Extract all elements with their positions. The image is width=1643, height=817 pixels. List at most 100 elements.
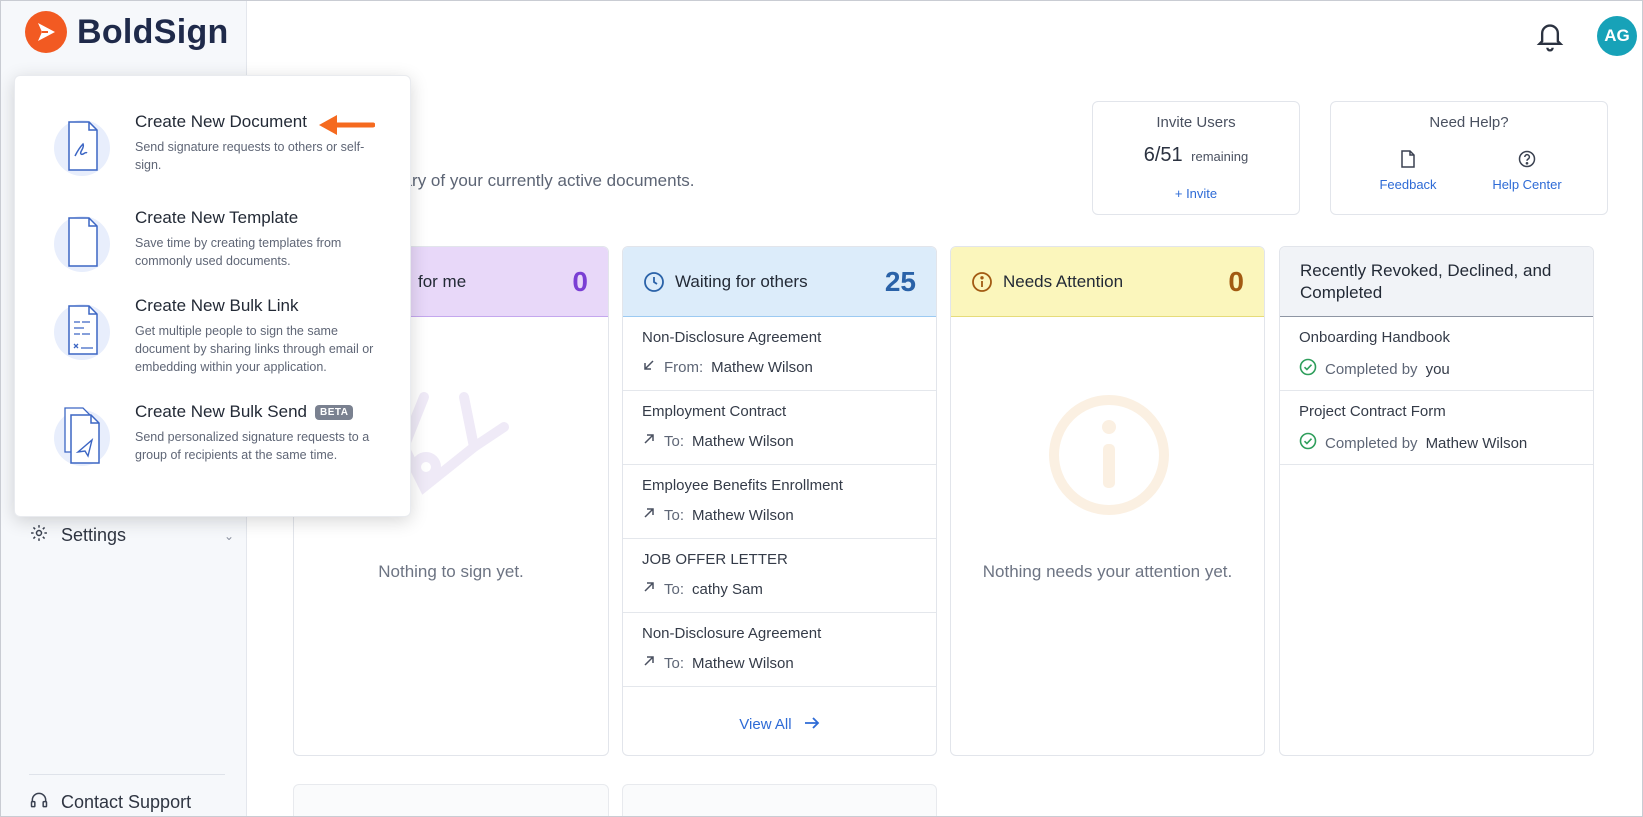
help-center-link[interactable]: Help Center <box>1477 150 1577 192</box>
sidebar-item-label: Settings <box>61 525 127 545</box>
panel-count: 0 <box>1228 265 1244 297</box>
arrow-right-icon <box>804 716 820 733</box>
document-recipient: To: Mathew Wilson <box>642 654 917 672</box>
menu-item-title: Create New Bulk Send BETA <box>135 402 385 422</box>
document-row[interactable]: Non-Disclosure Agreement From: Mathew Wi… <box>623 317 936 391</box>
sidebar-divider <box>29 774 225 775</box>
view-all-label: View All <box>739 716 792 733</box>
arrow-up-right-icon <box>642 506 656 524</box>
menu-item-title: Create New Template <box>135 208 299 227</box>
document-row[interactable]: JOB OFFER LETTER To: cathy Sam <box>623 539 936 613</box>
recipient-name: Mathew Wilson <box>692 432 794 450</box>
panel-title: Waiting for others <box>675 271 808 291</box>
document-name: Project Contract Form <box>1299 403 1446 420</box>
check-circle-icon <box>1299 432 1317 454</box>
arrow-up-right-icon <box>642 432 656 450</box>
app-window: BoldSign Settings ⌄ Contact Support AG e… <box>0 0 1643 817</box>
document-status: Completed by Mathew Wilson <box>1299 432 1574 454</box>
document-recipient: To: Mathew Wilson <box>642 506 917 524</box>
avatar[interactable]: AG <box>1597 16 1637 56</box>
arrow-up-right-icon <box>642 654 656 672</box>
document-name: Employment Contract <box>642 403 787 420</box>
needs-attention-panel: Needs Attention 0 Nothing needs your att… <box>950 246 1265 756</box>
document-row[interactable]: Project Contract Form Completed by Mathe… <box>1280 391 1593 465</box>
document-status: Completed by you <box>1299 358 1574 380</box>
gear-icon <box>29 523 49 548</box>
recipient-name: Mathew Wilson <box>692 506 794 524</box>
recipient-label: To: <box>664 506 685 524</box>
status-label: Completed by <box>1325 434 1418 452</box>
arrow-down-left-icon <box>642 358 656 376</box>
feedback-link[interactable]: Feedback <box>1358 150 1458 192</box>
create-new-bulk-link-item[interactable]: Create New Bulk Link Get multiple people… <box>51 296 391 376</box>
recipient-label: To: <box>664 432 685 450</box>
recent-activity-header[interactable]: Recently Revoked, Declined, and Complete… <box>1280 247 1593 317</box>
invite-count-suffix: remaining <box>1191 149 1249 164</box>
sidebar-item-label: Contact Support <box>61 792 192 812</box>
menu-item-description: Send personalized signature requests to … <box>135 430 370 462</box>
menu-item-title-text: Create New Bulk Send <box>135 402 307 421</box>
document-recipient: To: cathy Sam <box>642 580 917 598</box>
menu-item-description: Send signature requests to others or sel… <box>135 140 365 172</box>
question-circle-icon <box>1477 150 1577 171</box>
bell-icon <box>1534 24 1566 57</box>
invite-count: 6/51 remaining <box>1093 144 1299 167</box>
beta-badge: BETA <box>314 404 354 420</box>
check-circle-icon <box>1299 358 1317 380</box>
needs-attention-header[interactable]: Needs Attention 0 <box>951 247 1264 317</box>
recipient-name: Mathew Wilson <box>692 654 794 672</box>
bulk-send-document-icon <box>51 402 113 477</box>
menu-item-title: Create New Bulk Link <box>135 296 299 315</box>
bottom-card <box>622 784 937 816</box>
panel-title: Recently Revoked, Declined, and Complete… <box>1300 260 1552 302</box>
view-all-link[interactable]: View All <box>623 716 936 733</box>
panel-count: 25 <box>884 265 916 297</box>
headset-icon <box>29 790 49 815</box>
arrow-left-icon <box>319 115 375 135</box>
document-row[interactable]: Employment Contract To: Mathew Wilson <box>623 391 936 465</box>
invite-users-title: Invite Users <box>1156 114 1236 131</box>
status-label: Completed by <box>1325 360 1418 378</box>
status-person: Mathew Wilson <box>1425 434 1528 452</box>
sidebar-item-contact-support[interactable]: Contact Support <box>29 790 234 815</box>
panel-title: Needs Attention <box>1003 271 1124 291</box>
chevron-down-icon: ⌄ <box>223 528 234 543</box>
document-name: Onboarding Handbook <box>1299 329 1450 346</box>
document-row[interactable]: Onboarding Handbook Completed by you <box>1280 317 1593 391</box>
need-help-card: Need Help? Feedback Help Center <box>1330 101 1608 215</box>
notifications-button[interactable] <box>1534 19 1566 53</box>
template-document-icon <box>51 208 113 283</box>
signature-document-icon <box>51 112 113 187</box>
document-row[interactable]: Non-Disclosure Agreement To: Mathew Wils… <box>623 613 936 687</box>
logo[interactable]: BoldSign <box>25 11 229 53</box>
menu-item-description: Get multiple people to sign the same doc… <box>135 324 374 374</box>
recipient-name: cathy Sam <box>692 580 763 598</box>
arrow-up-right-icon <box>642 580 656 598</box>
info-circle-icon <box>971 271 993 293</box>
waiting-for-others-header[interactable]: Waiting for others 25 <box>623 247 936 317</box>
document-row[interactable]: Employee Benefits Enrollment To: Mathew … <box>623 465 936 539</box>
document-name: JOB OFFER LETTER <box>642 551 788 568</box>
panel-count: 0 <box>572 265 588 297</box>
create-new-template-item[interactable]: Create New Template Save time by creatin… <box>51 208 391 283</box>
document-name: Non-Disclosure Agreement <box>642 329 822 346</box>
info-illustration-icon <box>1049 395 1169 515</box>
document-name: Non-Disclosure Agreement <box>642 625 822 642</box>
need-help-title: Need Help? <box>1429 114 1509 131</box>
boldsign-logo-icon <box>25 11 67 53</box>
empty-state-text: Nothing to sign yet. <box>378 562 524 581</box>
recipient-label: To: <box>664 580 685 598</box>
recipient-name: Mathew Wilson <box>711 358 813 376</box>
recipient-label: From: <box>664 358 704 376</box>
document-name: Employee Benefits Enrollment <box>642 477 843 494</box>
help-center-label: Help Center <box>1492 177 1562 192</box>
menu-item-description: Save time by creating templates from com… <box>135 236 342 268</box>
bulk-link-document-icon <box>51 296 113 376</box>
bottom-card <box>293 784 609 816</box>
invite-button[interactable]: + Invite <box>1093 186 1299 201</box>
create-new-bulk-send-item[interactable]: Create New Bulk Send BETA Send personali… <box>51 402 391 477</box>
invite-count-value: 6/51 <box>1143 144 1183 166</box>
sidebar-item-settings[interactable]: Settings ⌄ <box>29 523 234 548</box>
document-icon <box>1358 150 1458 171</box>
waiting-for-others-panel: Waiting for others 25 Non-Disclosure Agr… <box>622 246 937 756</box>
